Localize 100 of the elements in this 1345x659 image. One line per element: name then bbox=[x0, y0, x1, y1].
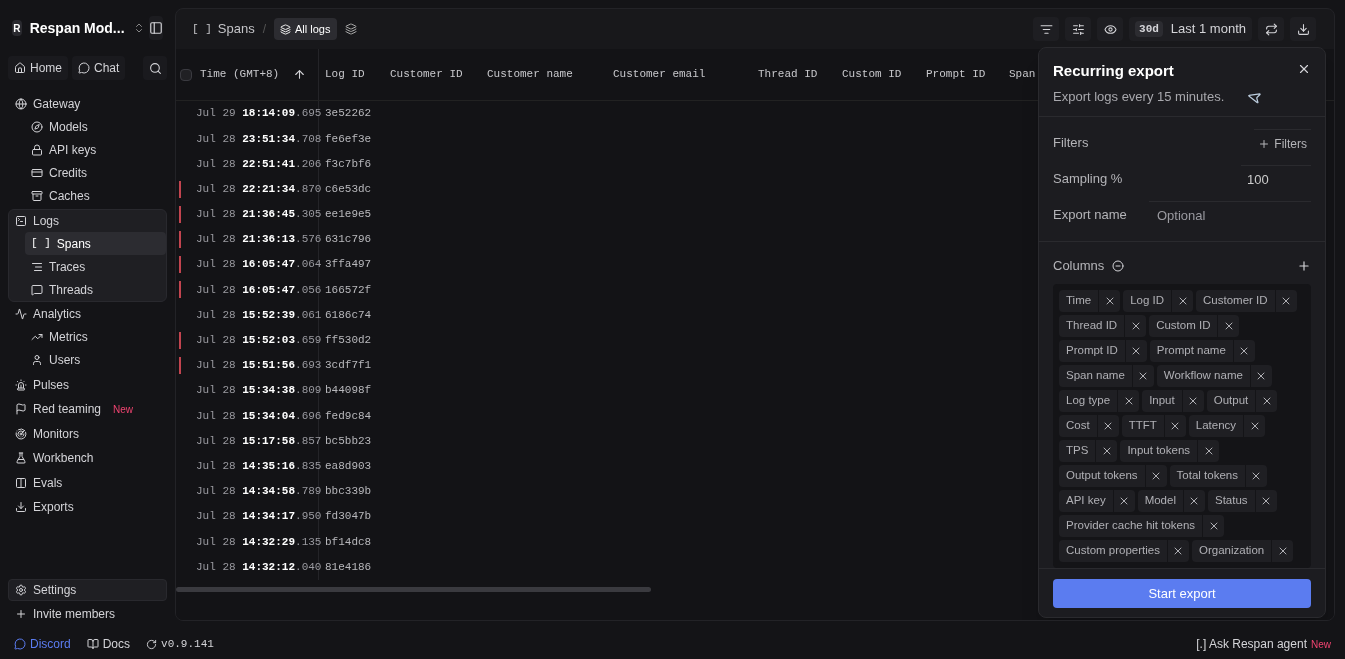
docs-link[interactable]: Docs bbox=[86, 635, 131, 653]
column-tag-label: Span name bbox=[1065, 368, 1126, 384]
column-tag-label: TTFT bbox=[1127, 418, 1158, 434]
add-filter-button[interactable]: Filters bbox=[1254, 129, 1311, 157]
workspace-name[interactable]: Respan Mod... bbox=[29, 17, 125, 39]
column-tag-label: Model bbox=[1143, 493, 1177, 509]
community-link[interactable]: Discord bbox=[14, 635, 71, 653]
range-badge: 30d bbox=[1135, 20, 1163, 38]
column-header[interactable]: Prompt ID bbox=[926, 66, 986, 83]
table-row[interactable]: Jul 28 21:36:13.576 631c796 bbox=[176, 226, 1334, 253]
close-icon bbox=[1297, 62, 1311, 76]
horizontal-scrollbar[interactable] bbox=[176, 587, 651, 592]
sidebar-item-label: Users bbox=[49, 352, 81, 369]
minus-circle-icon[interactable] bbox=[1112, 260, 1125, 272]
log-id-cell-text: 631c796 bbox=[324, 232, 372, 248]
sidebar-item[interactable]: Pulses bbox=[9, 373, 166, 396]
version-label[interactable]: v0.9.141 bbox=[146, 635, 214, 653]
search-button[interactable] bbox=[143, 56, 167, 80]
breadcrumb-link[interactable]: [ ] Spans bbox=[192, 19, 255, 39]
column-tag-label: Log type bbox=[1065, 393, 1112, 409]
home-icon bbox=[14, 62, 26, 74]
time-cell-text: Jul 28 16:05:47.056 bbox=[196, 282, 322, 298]
add-column-icon[interactable] bbox=[1297, 259, 1311, 273]
sidebar-subitem[interactable]: Caches bbox=[25, 184, 166, 208]
log-id-cell-text: b44098f bbox=[324, 383, 372, 399]
sidebar-subitem[interactable]: Metrics bbox=[25, 325, 166, 349]
sidebar-item-label: Pulses bbox=[33, 376, 70, 394]
sidebar-item-label: Caches bbox=[49, 188, 90, 205]
sidebar-item[interactable]: Gateway bbox=[9, 93, 166, 116]
columns-label: Columns bbox=[1053, 257, 1105, 276]
log-id-cell-text: fd3047b bbox=[324, 509, 372, 525]
download-button[interactable] bbox=[1290, 17, 1316, 41]
time-cell-text: Jul 28 21:36:45.305 bbox=[196, 207, 322, 223]
sidebar-subitem[interactable]: Credits bbox=[25, 161, 166, 185]
sidebar-subitem[interactable]: API keys bbox=[25, 138, 166, 162]
sidebar-item[interactable]: Invite members bbox=[8, 603, 167, 625]
date-range-button[interactable]: 30d Last 1 month bbox=[1129, 17, 1252, 41]
trend-icon bbox=[31, 331, 43, 343]
column-header[interactable]: Customer name bbox=[487, 66, 573, 83]
sort-arrow-icon[interactable] bbox=[293, 68, 306, 81]
sidebar-item[interactable]: Evals bbox=[9, 471, 166, 494]
start-export-button[interactable]: Start export bbox=[1053, 579, 1311, 608]
column-header[interactable]: Log ID bbox=[325, 66, 365, 83]
column-tag-label: Workflow name bbox=[1162, 368, 1244, 384]
card-icon bbox=[31, 167, 43, 179]
filter-button[interactable] bbox=[1033, 17, 1060, 41]
sidebar-item[interactable]: Logs bbox=[9, 209, 166, 232]
nav-button[interactable]: Chat bbox=[72, 56, 126, 80]
sidebar-subitem[interactable]: Users bbox=[25, 348, 166, 372]
sidebar-item-label: Threads bbox=[49, 281, 94, 299]
sidebar-item-label: Invite members bbox=[33, 606, 116, 623]
time-cell-text: Jul 28 14:35:16.835 bbox=[196, 458, 322, 474]
sidebar-item[interactable]: Workbench bbox=[9, 447, 166, 470]
select-all-checkbox[interactable] bbox=[180, 68, 192, 81]
sidebar-item[interactable]: Monitors bbox=[9, 422, 166, 445]
sidebar-subitem[interactable]: Models bbox=[25, 115, 166, 139]
sidebar-item-label: Traces bbox=[49, 258, 86, 276]
sidebar-item[interactable]: Analytics bbox=[9, 303, 166, 326]
sidebar-subitem[interactable]: Threads bbox=[25, 278, 166, 301]
sidebar-item[interactable]: Settings bbox=[8, 579, 167, 601]
sidebar-toggle[interactable] bbox=[148, 16, 163, 40]
time-cell-text: Jul 29 18:14:09.695 bbox=[196, 106, 322, 122]
nav-button[interactable]: Home bbox=[8, 56, 68, 80]
sync-button[interactable] bbox=[1258, 17, 1284, 41]
layers-icon[interactable] bbox=[344, 23, 357, 35]
column-header[interactable]: Thread ID bbox=[758, 66, 818, 83]
sidebar-item[interactable]: Exports bbox=[9, 496, 166, 519]
sliders-button[interactable] bbox=[1065, 17, 1092, 41]
sidebar-subitem[interactable]: Traces bbox=[25, 255, 166, 278]
column-header[interactable]: Time (GMT+8) bbox=[200, 66, 280, 83]
siren-icon bbox=[15, 378, 27, 391]
log-id-cell-text: bc5bb23 bbox=[324, 433, 372, 449]
log-id-cell-text: 3cdf7f1 bbox=[324, 358, 372, 374]
log-id-cell-text: ea8d903 bbox=[324, 458, 372, 474]
log-id-cell-text: bf14dc8 bbox=[324, 534, 372, 550]
sidebar-item-label: Monitors bbox=[33, 425, 79, 443]
sidebar-item-label: Red teaming bbox=[33, 401, 102, 419]
column-tag-label: Prompt ID bbox=[1065, 343, 1119, 359]
column-tag-label: Output tokens bbox=[1065, 468, 1139, 484]
agent-link[interactable]: [.] Ask Respan agent bbox=[1196, 635, 1307, 653]
column-tag-label: Organization bbox=[1197, 543, 1266, 559]
sampling-field[interactable]: 100 bbox=[1241, 165, 1311, 193]
column-header[interactable]: Custom ID bbox=[842, 66, 902, 83]
sidebar-subitem[interactable]: [ ] Spans bbox=[25, 232, 166, 255]
column-header[interactable]: Customer ID bbox=[390, 66, 463, 83]
sidebar-item[interactable]: Red teaming New bbox=[9, 398, 166, 421]
view-tab[interactable]: All logs bbox=[274, 18, 337, 40]
brackets-icon: [ ] bbox=[192, 23, 212, 35]
column-tag-label: Latency bbox=[1194, 418, 1238, 434]
export-name-field[interactable]: Optional bbox=[1149, 201, 1311, 229]
chat-bubble-icon bbox=[78, 62, 90, 74]
log-id-cell-text: ee1e9e5 bbox=[324, 207, 372, 223]
close-button[interactable] bbox=[1297, 62, 1311, 76]
time-cell-text: Jul 28 16:05:47.064 bbox=[196, 257, 322, 273]
eye-button[interactable] bbox=[1097, 17, 1124, 41]
sidebar-item-label: Models bbox=[49, 119, 88, 136]
column-header[interactable]: Customer email bbox=[613, 66, 706, 83]
column-header[interactable]: Span bbox=[1009, 66, 1036, 83]
time-cell-text: Jul 28 15:34:04.696 bbox=[196, 408, 322, 424]
eye-icon bbox=[1103, 22, 1117, 36]
